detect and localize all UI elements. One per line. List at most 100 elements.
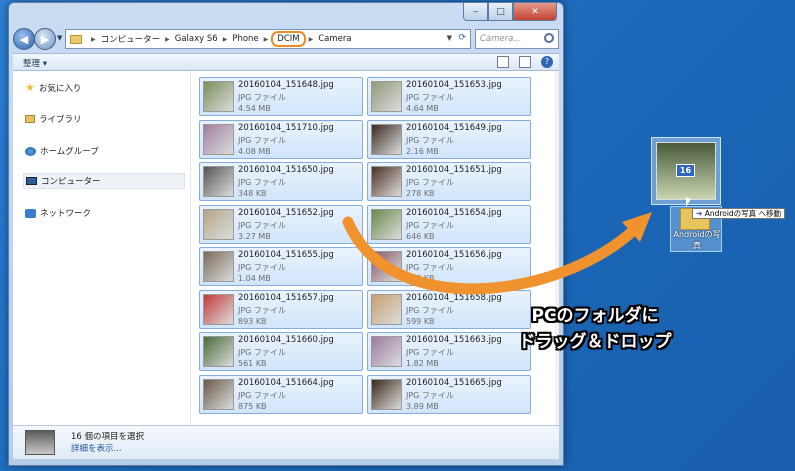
selection-count: 16 個の項目を選択	[71, 432, 145, 442]
star-icon: ★	[25, 81, 35, 94]
file-thumbnail	[371, 81, 402, 112]
file-type: JPG ファイル	[406, 93, 454, 102]
file-tile[interactable]: 20160104_151655.jpg JPG ファイル 1.04 MB	[199, 247, 363, 286]
caption-buttons: ‒ □ ✕	[463, 3, 557, 21]
search-input[interactable]: Camera...	[475, 29, 559, 49]
file-tile[interactable]: 20160104_151665.jpg JPG ファイル 3.89 MB	[367, 374, 531, 414]
navigation-pane: ★ お気に入り ライブラリ ホームグループ コンピューター ネットワーク	[13, 71, 191, 425]
nav-label: お気に入り	[38, 83, 82, 94]
view-options-icon[interactable]	[497, 56, 509, 68]
computer-icon	[26, 177, 37, 185]
maximize-button[interactable]: □	[488, 3, 513, 21]
file-tile[interactable]: 20160104_151657.jpg JPG ファイル 893 KB	[199, 289, 363, 329]
chevron-right-icon[interactable]: ▶	[165, 36, 170, 43]
file-tile[interactable]: 20160104_151648.jpg JPG ファイル 4.54 MB	[199, 77, 363, 116]
file-tile[interactable]: 20160104_151656.jpg JPG ファイル 753 KB	[367, 247, 531, 286]
file-type: JPG ファイル	[238, 390, 286, 400]
breadcrumb-phone[interactable]: Phone	[232, 34, 258, 44]
vertical-scrollbar[interactable]	[555, 71, 559, 425]
nav-item-favorites[interactable]: ★ お気に入り	[25, 81, 81, 94]
file-name: 20160104_151649.jpg	[406, 122, 502, 133]
file-tile[interactable]: 20160104_151664.jpg JPG ファイル 875 KB	[199, 374, 363, 414]
address-dropdown-icon[interactable]: ▼	[447, 34, 452, 42]
search-icon[interactable]	[544, 33, 554, 43]
file-thumbnail	[203, 336, 234, 367]
nav-label: ネットワーク	[40, 209, 92, 219]
file-name: 20160104_151710.jpg	[238, 122, 334, 133]
file-type: JPG ファイル	[406, 305, 454, 315]
drag-tooltip: ➔ Androidの写真 へ移動	[692, 208, 786, 219]
file-size: 893 KB	[238, 316, 267, 326]
organize-button[interactable]: 整理 ▾	[23, 57, 47, 69]
file-name: 20160104_151653.jpg	[406, 80, 502, 90]
help-icon[interactable]: ?	[541, 56, 553, 68]
breadcrumb-camera[interactable]: Camera	[318, 34, 351, 44]
command-bar: 整理 ▾ ?	[13, 53, 559, 71]
drag-count-badge: 16	[676, 164, 695, 177]
breadcrumb-dcim[interactable]: DCIM	[271, 31, 306, 47]
back-button[interactable]: ◀	[13, 28, 35, 50]
file-tile[interactable]: 20160104_151649.jpg JPG ファイル 2.16 MB	[367, 119, 531, 159]
close-button[interactable]: ✕	[513, 3, 557, 21]
file-name: 20160104_151663.jpg	[406, 335, 502, 345]
file-size: 646 KB	[406, 231, 435, 241]
selection-thumbnail	[25, 430, 55, 455]
file-thumbnail	[203, 81, 234, 112]
preview-pane-icon[interactable]	[519, 56, 531, 68]
refresh-icon[interactable]: ⟳	[458, 33, 466, 43]
nav-item-libraries[interactable]: ライブラリ	[25, 113, 82, 125]
drag-tooltip-text: Androidの写真 へ移動	[704, 209, 782, 218]
file-tile[interactable]: 20160104_151653.jpg JPG ファイル 4.64 MB	[367, 77, 531, 116]
file-type: JPG ファイル	[238, 263, 286, 272]
address-bar[interactable]: ▶ コンピューター ▶ Galaxy S6 ▶ Phone ▶ DCIM ▶ C…	[65, 29, 471, 49]
file-name: 20160104_151650.jpg	[238, 165, 334, 175]
file-size: 1.82 MB	[406, 359, 439, 368]
forward-button[interactable]: ▶	[34, 28, 56, 50]
breadcrumb-galaxy-s6[interactable]: Galaxy S6	[175, 34, 218, 44]
chevron-right-icon[interactable]: ▶	[309, 36, 314, 43]
annotation-text: PCのフォルダに ドラッグ＆ドロップ	[505, 303, 685, 355]
nav-item-homegroup[interactable]: ホームグループ	[25, 145, 99, 157]
file-tile[interactable]: 20160104_151650.jpg JPG ファイル 348 KB	[199, 162, 363, 201]
nav-item-computer[interactable]: コンピューター	[23, 173, 185, 189]
annotation-line-2: ドラッグ＆ドロップ	[518, 332, 672, 352]
file-name: 20160104_151665.jpg	[406, 377, 502, 388]
file-type: JPG ファイル	[406, 220, 454, 230]
file-size: 4.54 MB	[238, 104, 271, 113]
file-thumbnail	[203, 251, 234, 282]
file-size: 875 KB	[238, 401, 267, 411]
file-type: JPG ファイル	[406, 348, 454, 357]
show-details-link[interactable]: 詳細を表示...	[71, 442, 122, 454]
file-thumbnail	[203, 378, 234, 410]
file-name: 20160104_151664.jpg	[238, 377, 334, 388]
file-type: JPG ファイル	[406, 263, 454, 272]
chevron-right-icon[interactable]: ▶	[223, 36, 228, 43]
explorer-window: ‒ □ ✕ ◀ ▶ ▼ ▶ コンピューター ▶ Galaxy S6 ▶ Phon…	[8, 2, 564, 466]
library-icon	[25, 115, 35, 123]
breadcrumb-computer[interactable]: コンピューター	[101, 33, 161, 45]
file-name: 20160104_151658.jpg	[406, 292, 502, 303]
file-type: JPG ファイル	[238, 305, 286, 315]
file-tile[interactable]: 20160104_151710.jpg JPG ファイル 4.08 MB	[199, 119, 363, 159]
minimize-button[interactable]: ‒	[463, 3, 488, 21]
file-size: 3.27 MB	[238, 231, 271, 241]
file-tile[interactable]: 20160104_151652.jpg JPG ファイル 3.27 MB	[199, 204, 363, 244]
file-type: JPG ファイル	[406, 178, 454, 187]
chevron-right-icon[interactable]: ▶	[91, 36, 96, 43]
file-tile[interactable]: 20160104_151660.jpg JPG ファイル 561 KB	[199, 332, 363, 371]
file-name: 20160104_151660.jpg	[238, 335, 334, 345]
file-size: 2.16 MB	[406, 146, 439, 156]
recent-pages-dropdown-icon[interactable]: ▼	[57, 34, 62, 42]
arrow-right-icon: ➔	[696, 209, 703, 218]
file-type: JPG ファイル	[406, 390, 454, 400]
file-size: 4.64 MB	[406, 104, 439, 113]
nav-item-network[interactable]: ネットワーク	[25, 207, 91, 219]
file-type: JPG ファイル	[238, 93, 286, 102]
nav-label: ホームグループ	[40, 147, 99, 157]
file-tile[interactable]: 20160104_151654.jpg JPG ファイル 646 KB	[367, 204, 531, 244]
mouse-cursor-icon	[686, 197, 691, 207]
file-tile[interactable]: 20160104_151651.jpg JPG ファイル 278 KB	[367, 162, 531, 201]
chevron-right-icon[interactable]: ▶	[264, 36, 269, 43]
file-size: 599 KB	[406, 316, 435, 326]
file-size: 278 KB	[406, 189, 435, 198]
